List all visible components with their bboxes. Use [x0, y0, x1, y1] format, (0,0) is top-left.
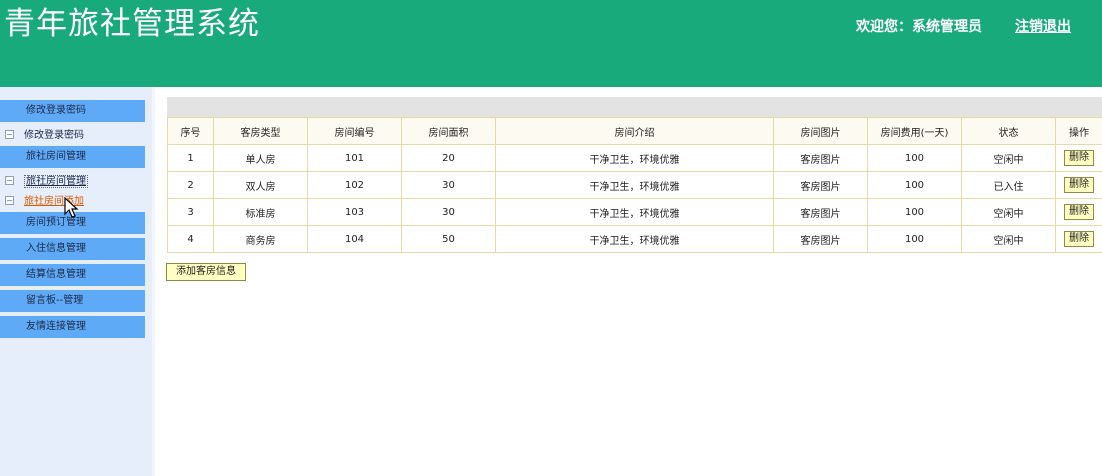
logout-link[interactable]: 注销退出 [1015, 17, 1071, 37]
column-header: 操作 [1055, 117, 1102, 145]
tree-node-icon [5, 195, 14, 205]
cell-fee: 100 [867, 144, 962, 172]
cell-fee: 100 [867, 198, 962, 226]
cell-area: 50 [401, 225, 496, 253]
cell-action: 删除 [1055, 171, 1102, 199]
sidebar-group-password[interactable]: 修改登录密码 [0, 100, 145, 122]
welcome-text: 欢迎您：系统管理员 [856, 19, 982, 35]
delete-button[interactable]: 删除 [1064, 204, 1094, 220]
sidebar-item-change-password[interactable]: 修改登录密码 [5, 128, 84, 144]
cell-type: 标准房 [213, 198, 308, 226]
sidebar-item-room-manage[interactable]: 旅社房间管理 [5, 174, 88, 190]
table-row: 3 标准房 103 30 干净卫生，环境优雅 客房图片 100 空闲中 删除 [167, 198, 1102, 226]
cell-intro: 干净卫生，环境优雅 [495, 225, 774, 253]
cell-image: 客房图片 [773, 225, 868, 253]
cell-fee: 100 [867, 225, 962, 253]
tree-node-icon [5, 175, 14, 185]
rooms-table: 序号 客房类型 房间编号 房间面积 房间介绍 房间图片 房间费用(一天) 状态 … [167, 117, 1102, 253]
cell-intro: 干净卫生，环境优雅 [495, 144, 774, 172]
column-header: 房间介绍 [495, 117, 774, 145]
delete-button[interactable]: 删除 [1064, 150, 1094, 166]
cell-type: 双人房 [213, 171, 308, 199]
sidebar-divider [152, 87, 155, 476]
sidebar-group-links[interactable]: 友情连接管理 [0, 316, 145, 338]
table-row: 2 双人房 102 30 干净卫生，环境优雅 客房图片 100 已入住 删除 [167, 171, 1102, 199]
cell-fee: 100 [867, 171, 962, 199]
table-row: 1 单人房 101 20 干净卫生，环境优雅 客房图片 100 空闲中 删除 [167, 144, 1102, 172]
cell-type: 单人房 [213, 144, 308, 172]
table-row: 4 商务房 104 50 干净卫生，环境优雅 客房图片 100 空闲中 删除 [167, 225, 1102, 253]
cell-code: 104 [307, 225, 402, 253]
tree-node-icon [5, 129, 14, 139]
cell-image: 客房图片 [773, 144, 868, 172]
cell-intro: 干净卫生，环境优雅 [495, 198, 774, 226]
column-header: 序号 [167, 117, 214, 145]
sidebar-item-label: 旅社房间管理 [24, 175, 88, 188]
add-room-button[interactable]: 添加客房信息 [166, 263, 246, 281]
cell-no: 1 [167, 144, 214, 172]
cell-status: 已入住 [961, 171, 1056, 199]
cell-code: 101 [307, 144, 402, 172]
cell-status: 空闲中 [961, 144, 1056, 172]
table-header-row: 序号 客房类型 房间编号 房间面积 房间介绍 房间图片 房间费用(一天) 状态 … [167, 117, 1102, 145]
column-header: 房间编号 [307, 117, 402, 145]
column-header: 客房类型 [213, 117, 308, 145]
cell-area: 30 [401, 198, 496, 226]
cell-image: 客房图片 [773, 171, 868, 199]
column-header: 房间图片 [773, 117, 868, 145]
cell-intro: 干净卫生，环境优雅 [495, 171, 774, 199]
sidebar-group-rooms[interactable]: 旅社房间管理 [0, 146, 145, 168]
cell-code: 102 [307, 171, 402, 199]
cell-image: 客房图片 [773, 198, 868, 226]
sidebar-item-label: 修改登录密码 [24, 130, 84, 141]
app-title: 青年旅社管理系统 [4, 6, 260, 42]
cell-no: 4 [167, 225, 214, 253]
cell-code: 103 [307, 198, 402, 226]
sidebar-group-guestbook[interactable]: 留言板--管理 [0, 290, 145, 312]
cell-action: 删除 [1055, 225, 1102, 253]
table-toolbar [167, 97, 1102, 117]
delete-button[interactable]: 删除 [1064, 177, 1094, 193]
cell-status: 空闲中 [961, 225, 1056, 253]
cell-area: 20 [401, 144, 496, 172]
sidebar-group-settlement[interactable]: 结算信息管理 [0, 264, 145, 286]
column-header: 房间面积 [401, 117, 496, 145]
cell-no: 2 [167, 171, 214, 199]
cell-area: 30 [401, 171, 496, 199]
cell-action: 删除 [1055, 144, 1102, 172]
cell-no: 3 [167, 198, 214, 226]
cell-type: 商务房 [213, 225, 308, 253]
sidebar-group-checkin[interactable]: 入住信息管理 [0, 238, 145, 260]
mouse-cursor-icon [64, 197, 79, 218]
cell-status: 空闲中 [961, 198, 1056, 226]
column-header: 房间费用(一天) [867, 117, 962, 145]
cell-action: 删除 [1055, 198, 1102, 226]
app-header: 青年旅社管理系统 欢迎您：系统管理员 注销退出 [0, 0, 1102, 87]
column-header: 状态 [961, 117, 1056, 145]
delete-button[interactable]: 删除 [1064, 231, 1094, 247]
